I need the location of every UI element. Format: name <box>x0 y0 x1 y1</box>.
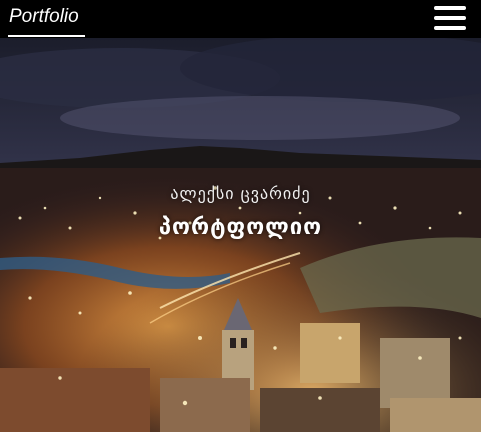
hero-title: პორტფოლიო <box>158 215 323 240</box>
hero-section: ალექსი ცვარიძე პორტფოლიო <box>0 38 481 432</box>
top-navbar: Portfolio <box>0 0 481 38</box>
brand-underline <box>8 35 85 37</box>
brand-link[interactable]: Portfolio <box>9 6 79 28</box>
hero-subtitle: ალექსი ცვარიძე <box>170 184 311 203</box>
hamburger-icon[interactable] <box>434 6 466 32</box>
hero-text: ალექსი ცვარიძე პორტფოლიო <box>0 184 481 240</box>
